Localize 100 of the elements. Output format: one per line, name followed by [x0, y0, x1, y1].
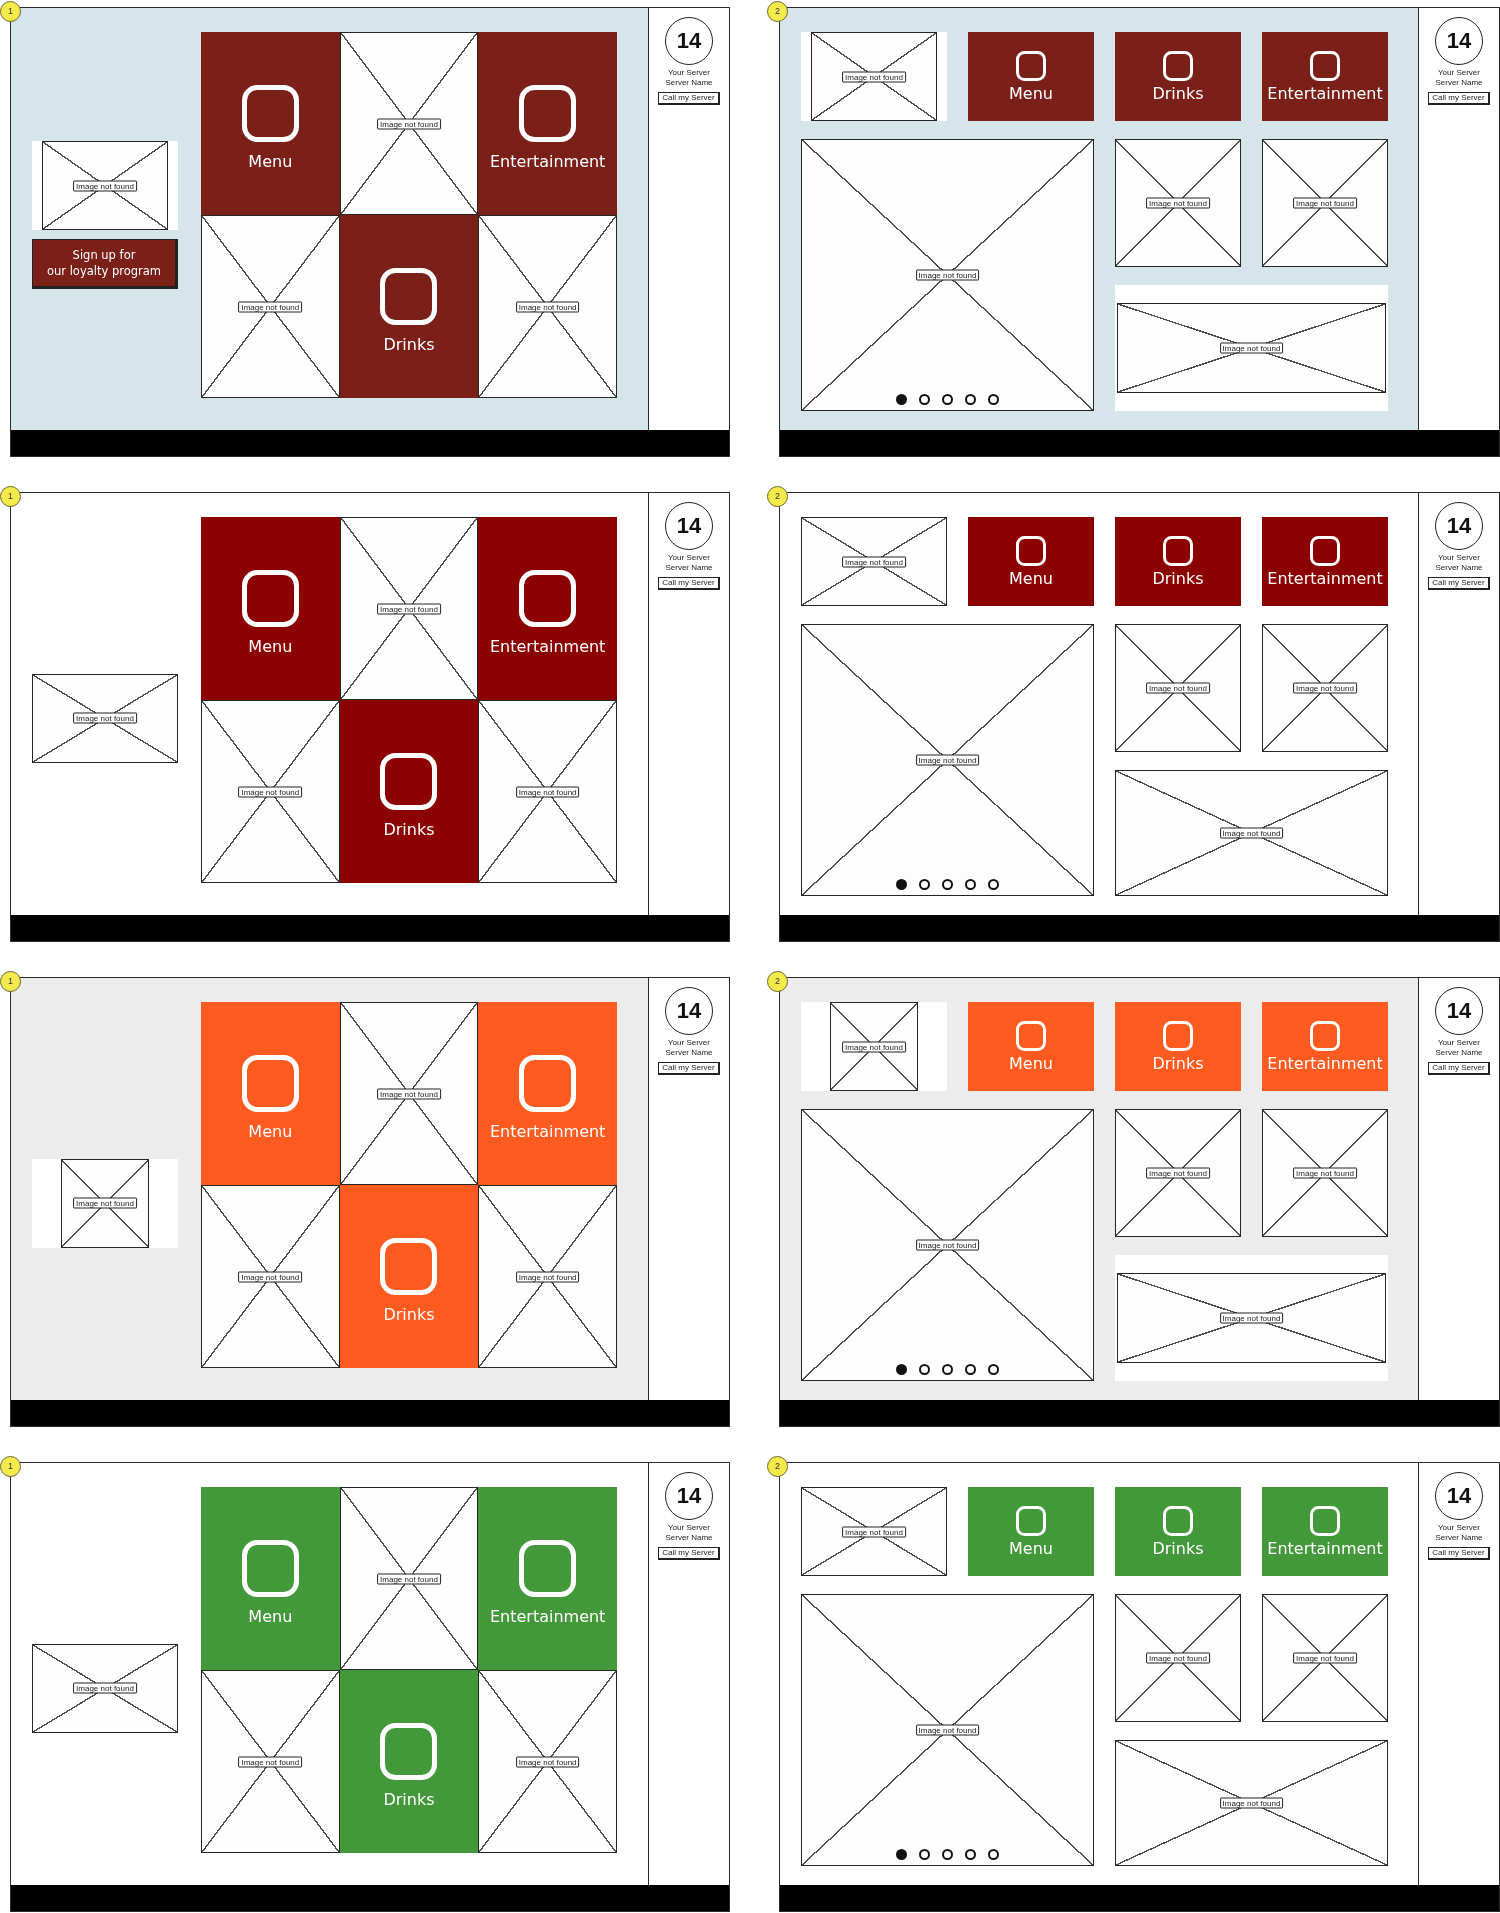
nav-tile[interactable]: Menu — [201, 32, 340, 215]
nav-tile[interactable]: Menu — [968, 517, 1094, 606]
call-server-button[interactable]: Call my Server — [658, 1062, 720, 1075]
nav-tile[interactable]: Entertainment — [478, 1487, 617, 1670]
step-marker: 1 — [0, 486, 21, 507]
loyalty-signup-button[interactable]: Sign up for our loyalty program — [32, 239, 178, 289]
nav-tile[interactable]: Menu — [968, 32, 1094, 121]
placeholder-label: Image not found — [842, 556, 906, 567]
placeholder-label: Image not found — [238, 786, 303, 797]
carousel-dot[interactable] — [965, 1849, 976, 1860]
server-heading: Your Server — [668, 68, 710, 78]
carousel-dot[interactable] — [942, 1849, 953, 1860]
rounded-square-icon — [1163, 1505, 1193, 1536]
carousel-dot[interactable] — [942, 1364, 953, 1375]
carousel-dot[interactable] — [965, 879, 976, 890]
placeholder-label: Image not found — [515, 786, 580, 797]
placeholder-label: Image not found — [377, 603, 441, 614]
carousel-dot[interactable] — [965, 394, 976, 405]
rounded-square-icon — [519, 1539, 577, 1597]
carousel-dot[interactable] — [896, 1849, 907, 1860]
carousel-dot[interactable] — [896, 879, 907, 890]
carousel-dot[interactable] — [896, 1364, 907, 1375]
nav-tile[interactable]: Drinks — [1115, 32, 1241, 121]
call-server-button[interactable]: Call my Server — [1428, 1062, 1490, 1075]
server-heading: Your Server — [1438, 1523, 1480, 1533]
call-server-button[interactable]: Call my Server — [658, 92, 720, 105]
rounded-square-icon — [1163, 50, 1193, 81]
placeholder-label: Image not found — [73, 1197, 137, 1209]
rounded-square-icon — [1016, 1020, 1046, 1051]
placeholder-label: Image not found — [238, 301, 303, 312]
call-server-button[interactable]: Call my Server — [658, 577, 720, 590]
nav-tile[interactable]: Entertainment — [1262, 517, 1388, 606]
carousel-dot[interactable] — [988, 394, 999, 405]
call-server-button[interactable]: Call my Server — [1428, 577, 1490, 590]
placeholder-label: Image not found — [842, 1041, 906, 1052]
carousel-dot[interactable] — [988, 1364, 999, 1375]
rounded-square-icon — [380, 1237, 438, 1295]
carousel-dot[interactable] — [988, 879, 999, 890]
nav-tile[interactable]: Drinks — [339, 700, 479, 883]
carousel-dot[interactable] — [919, 879, 930, 890]
rounded-square-icon — [241, 84, 299, 142]
rounded-square-icon — [380, 1722, 438, 1780]
carousel-dot[interactable] — [919, 1849, 930, 1860]
rounded-square-icon — [1016, 535, 1046, 566]
carousel-dot[interactable] — [919, 1364, 930, 1375]
placeholder-label: Image not found — [1293, 1167, 1357, 1179]
nav-tile[interactable]: Entertainment — [1262, 1487, 1388, 1576]
rounded-square-icon — [1016, 50, 1046, 81]
carousel-dot[interactable] — [942, 879, 953, 890]
rounded-square-icon — [1163, 535, 1193, 566]
carousel-dot[interactable] — [965, 1364, 976, 1375]
server-name: Server Name — [665, 1533, 713, 1543]
rounded-square-icon — [519, 84, 577, 142]
call-server-button[interactable]: Call my Server — [658, 1547, 720, 1560]
placeholder-label: Image not found — [1219, 342, 1284, 354]
rounded-square-icon — [1310, 535, 1340, 566]
placeholder-label: Image not found — [1219, 1797, 1284, 1809]
nav-tile[interactable]: Drinks — [339, 1670, 479, 1853]
placeholder-label: Image not found — [73, 712, 137, 724]
server-name: Server Name — [1435, 1533, 1483, 1543]
server-heading: Your Server — [1438, 553, 1480, 563]
carousel-dot[interactable] — [896, 394, 907, 405]
nav-tile[interactable]: Drinks — [1115, 517, 1241, 606]
placeholder-label: Image not found — [515, 1756, 580, 1767]
server-name: Server Name — [1435, 78, 1483, 88]
placeholder-label: Image not found — [1219, 1312, 1284, 1324]
placeholder-label: Image not found — [915, 1239, 980, 1251]
rounded-square-icon — [1310, 1505, 1340, 1536]
call-server-button[interactable]: Call my Server — [1428, 1547, 1490, 1560]
nav-tile[interactable]: Menu — [201, 1487, 340, 1670]
server-name: Server Name — [665, 78, 713, 88]
placeholder-label: Image not found — [1219, 827, 1284, 839]
nav-tile[interactable]: Drinks — [1115, 1487, 1241, 1576]
placeholder-label: Image not found — [842, 71, 906, 82]
nav-tile[interactable]: Menu — [968, 1487, 1094, 1576]
nav-tile[interactable]: Entertainment — [478, 32, 617, 215]
server-name: Server Name — [1435, 1048, 1483, 1058]
step-marker: 2 — [767, 1456, 788, 1477]
placeholder-label: Image not found — [515, 1271, 580, 1282]
rounded-square-icon — [1016, 1505, 1046, 1536]
call-server-button[interactable]: Call my Server — [1428, 92, 1490, 105]
placeholder-label: Image not found — [73, 180, 137, 191]
step-marker: 1 — [0, 1, 21, 22]
placeholder-label: Image not found — [915, 754, 980, 766]
step-marker: 2 — [767, 486, 788, 507]
nav-tile[interactable]: Entertainment — [478, 517, 617, 700]
carousel-dot[interactable] — [942, 394, 953, 405]
server-heading: Your Server — [1438, 68, 1480, 78]
placeholder-label: Image not found — [1293, 1652, 1357, 1664]
carousel-dot[interactable] — [988, 1849, 999, 1860]
placeholder-label: Image not found — [1293, 197, 1357, 209]
nav-tile[interactable]: Drinks — [339, 215, 479, 398]
placeholder-label: Image not found — [377, 1088, 441, 1099]
server-heading: Your Server — [668, 1038, 710, 1048]
nav-tile[interactable]: Menu — [201, 517, 340, 700]
nav-tile[interactable]: Entertainment — [1262, 32, 1388, 121]
carousel-dot[interactable] — [919, 394, 930, 405]
server-name: Server Name — [665, 1048, 713, 1058]
rounded-square-icon — [241, 1539, 299, 1597]
placeholder-label: Image not found — [915, 269, 980, 281]
